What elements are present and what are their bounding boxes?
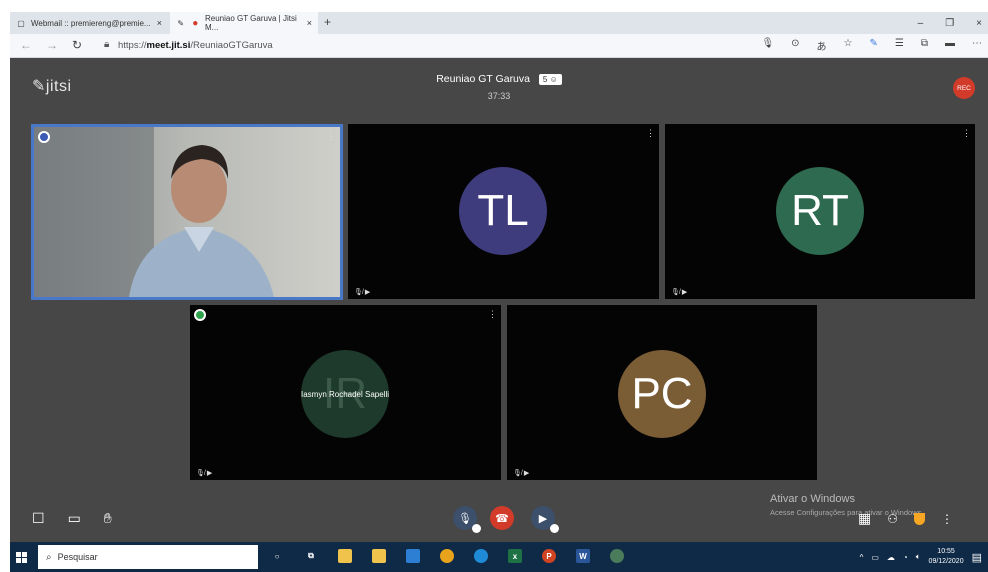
muted-icon: 🎙︎̸ ▶︎ — [354, 289, 371, 296]
jitsi-extension-icon[interactable]: ✎ — [870, 38, 878, 53]
jitsi-feather-icon: ✎ — [177, 18, 185, 28]
browser-tab-bar: ▢ Webmail :: premiereng@premie... × ✎ ● … — [10, 12, 988, 34]
tab-title: Reuniao GT Garuva | Jitsi M... — [204, 14, 297, 32]
jitsi-meeting: ✎jitsi Reuniao GT Garuva 5 ☺ 37:33 REC ⋮… — [10, 58, 988, 542]
muted-icon: 🎙︎̸ ▶︎ — [671, 289, 688, 296]
system-tray: ^ ▭ ☁︎ ◔ 🔈︎ 10:55 09/12/2020 ▤ — [860, 547, 982, 567]
url-field[interactable]: https://meet.jit.si/ReuniaoGTGaruva — [118, 40, 273, 51]
refresh-icon[interactable]: ↻ — [72, 38, 82, 52]
profile-icon[interactable]: ▬ — [945, 38, 955, 53]
participant-tile-pc[interactable]: PC 🎙︎̸ ▶︎ — [507, 305, 817, 480]
screen: ▢ Webmail :: premiereng@premie... × ✎ ● … — [0, 0, 988, 572]
hangup-button[interactable]: ☎︎ — [490, 506, 514, 530]
invite-people-icon[interactable]: ⚇ — [887, 512, 898, 526]
raise-hand-icon[interactable]: ✋︎ — [104, 510, 112, 527]
zoom-icon[interactable]: ⊙ — [791, 38, 799, 53]
connection-indicator-icon[interactable] — [38, 131, 50, 143]
chevron-up-icon[interactable]: ^ — [860, 553, 864, 562]
store-icon[interactable] — [372, 549, 386, 563]
collections-icon[interactable]: ⧉ — [921, 38, 928, 53]
muted-icon: 🎙︎̸ ▶︎ — [513, 470, 530, 477]
participant-tile-ir[interactable]: IR Iasmyn Rochadel Sapelli ⋮ 🎙︎̸ ▶︎ — [190, 305, 501, 480]
screen-share-icon[interactable]: ▭ — [68, 510, 81, 527]
taskbar-clock[interactable]: 10:55 09/12/2020 — [929, 547, 964, 567]
close-window-button[interactable]: × — [976, 18, 982, 29]
tab-webmail[interactable]: ▢ Webmail :: premiereng@premie... × — [10, 12, 168, 34]
app-icon[interactable] — [610, 549, 624, 563]
favorites-icon[interactable]: ☰ — [895, 38, 904, 53]
maximize-button[interactable]: ❐ — [945, 18, 954, 29]
excel-icon[interactable]: x — [508, 549, 522, 563]
notifications-icon[interactable]: ▤ — [972, 551, 982, 564]
close-tab-icon[interactable]: × — [307, 18, 312, 28]
participants-count-badge[interactable]: 5 ☺ — [538, 73, 562, 85]
taskbar-search[interactable]: ⌕ Pesquisar — [38, 545, 258, 569]
tab-title: Webmail :: premiereng@premie... — [31, 18, 151, 28]
connection-indicator-icon[interactable] — [194, 309, 206, 321]
participant-tile-rt[interactable]: RT ⋮ 🎙︎̸ ▶︎ — [665, 124, 975, 299]
taskbar-apps: ○ ⧉ x P W — [270, 549, 624, 563]
battery-icon[interactable]: ▭ — [871, 553, 879, 562]
word-icon[interactable]: W — [576, 549, 590, 563]
participant-tile-video[interactable]: ⋮ — [31, 124, 343, 300]
edge-icon[interactable] — [474, 549, 488, 563]
avatar: RT — [776, 167, 864, 255]
browser-tools: 🎙︎ ⊙ あ ☆ ✎ ☰ ⧉ ▬ ⋯ — [761, 38, 982, 53]
tile-menu-icon[interactable]: ⋮ — [646, 128, 655, 139]
back-icon[interactable]: ← — [20, 38, 32, 52]
read-aloud-icon[interactable]: あ — [817, 38, 827, 53]
meeting-timer: 37:33 — [487, 91, 511, 101]
more-actions-icon[interactable]: ⋮ — [941, 512, 953, 526]
avatar: TL — [459, 167, 547, 255]
recording-dot-icon: ● — [192, 17, 199, 29]
participant-name: Iasmyn Rochadel Sapelli — [300, 390, 390, 399]
chrome-icon[interactable] — [440, 549, 454, 563]
favorite-star-icon[interactable]: ☆ — [844, 38, 853, 53]
close-tab-icon[interactable]: × — [157, 18, 162, 28]
tile-menu-icon[interactable]: ⋮ — [488, 309, 497, 320]
onedrive-icon[interactable]: ☁︎ — [887, 553, 895, 562]
file-explorer-icon[interactable] — [338, 549, 352, 563]
windows-start-icon[interactable] — [16, 552, 27, 563]
minimize-button[interactable]: – — [918, 18, 924, 29]
toolbar-left: ☐ ▭ ✋︎ — [32, 510, 112, 527]
forward-icon[interactable]: → — [46, 38, 58, 52]
activation-title: Ativar o Windows — [770, 493, 855, 505]
wifi-icon[interactable]: ◔ — [903, 553, 908, 562]
window-controls: – ❐ × — [918, 12, 988, 34]
volume-icon[interactable]: 🔈︎ — [916, 552, 921, 562]
chat-icon[interactable]: ☐ — [32, 510, 45, 527]
muted-icon: 🎙︎̸ ▶︎ — [196, 470, 213, 477]
security-shield-icon[interactable] — [914, 512, 925, 525]
page-icon: ▢ — [17, 18, 25, 28]
avatar: PC — [618, 350, 706, 438]
tile-menu-icon[interactable]: ⋮ — [962, 128, 971, 139]
new-tab-button[interactable]: + — [324, 15, 331, 29]
powerpoint-icon[interactable]: P — [542, 549, 556, 563]
microphone-icon[interactable]: 🎙︎ — [761, 38, 774, 53]
tile-menu-icon[interactable]: ⋮ — [327, 131, 336, 142]
tab-jitsi[interactable]: ✎ ● Reuniao GT Garuva | Jitsi M... × — [170, 12, 318, 34]
participant-video — [34, 127, 340, 297]
camera-toggle-button[interactable]: ▶︎ — [531, 506, 559, 533]
tile-view-icon[interactable]: ▦ — [858, 510, 871, 527]
cortana-icon[interactable]: ○ — [270, 549, 284, 563]
microphone-toggle-button[interactable]: 🎙︎ — [453, 506, 481, 533]
address-bar: ← → ↻ 🔒︎ https://meet.jit.si/ReuniaoGTGa… — [10, 34, 988, 58]
participant-tile-tl[interactable]: TL ⋮ 🎙︎̸ ▶︎ — [348, 124, 659, 299]
meeting-title: Reuniao GT Garuva 5 ☺ — [10, 73, 988, 85]
more-icon[interactable]: ⋯ — [972, 38, 982, 53]
lock-icon[interactable]: 🔒︎ — [104, 39, 109, 50]
mail-icon[interactable] — [406, 549, 420, 563]
task-view-icon[interactable]: ⧉ — [304, 549, 318, 563]
search-icon: ⌕ — [46, 551, 52, 563]
toolbar-right: ▦ ⚇ ⋮ — [858, 510, 953, 527]
search-placeholder: Pesquisar — [57, 552, 98, 562]
windows-taskbar: ⌕ Pesquisar ○ ⧉ x P W ^ ▭ ☁︎ ◔ 🔈︎ 10:55 … — [10, 542, 988, 572]
recording-indicator: REC — [953, 77, 975, 99]
